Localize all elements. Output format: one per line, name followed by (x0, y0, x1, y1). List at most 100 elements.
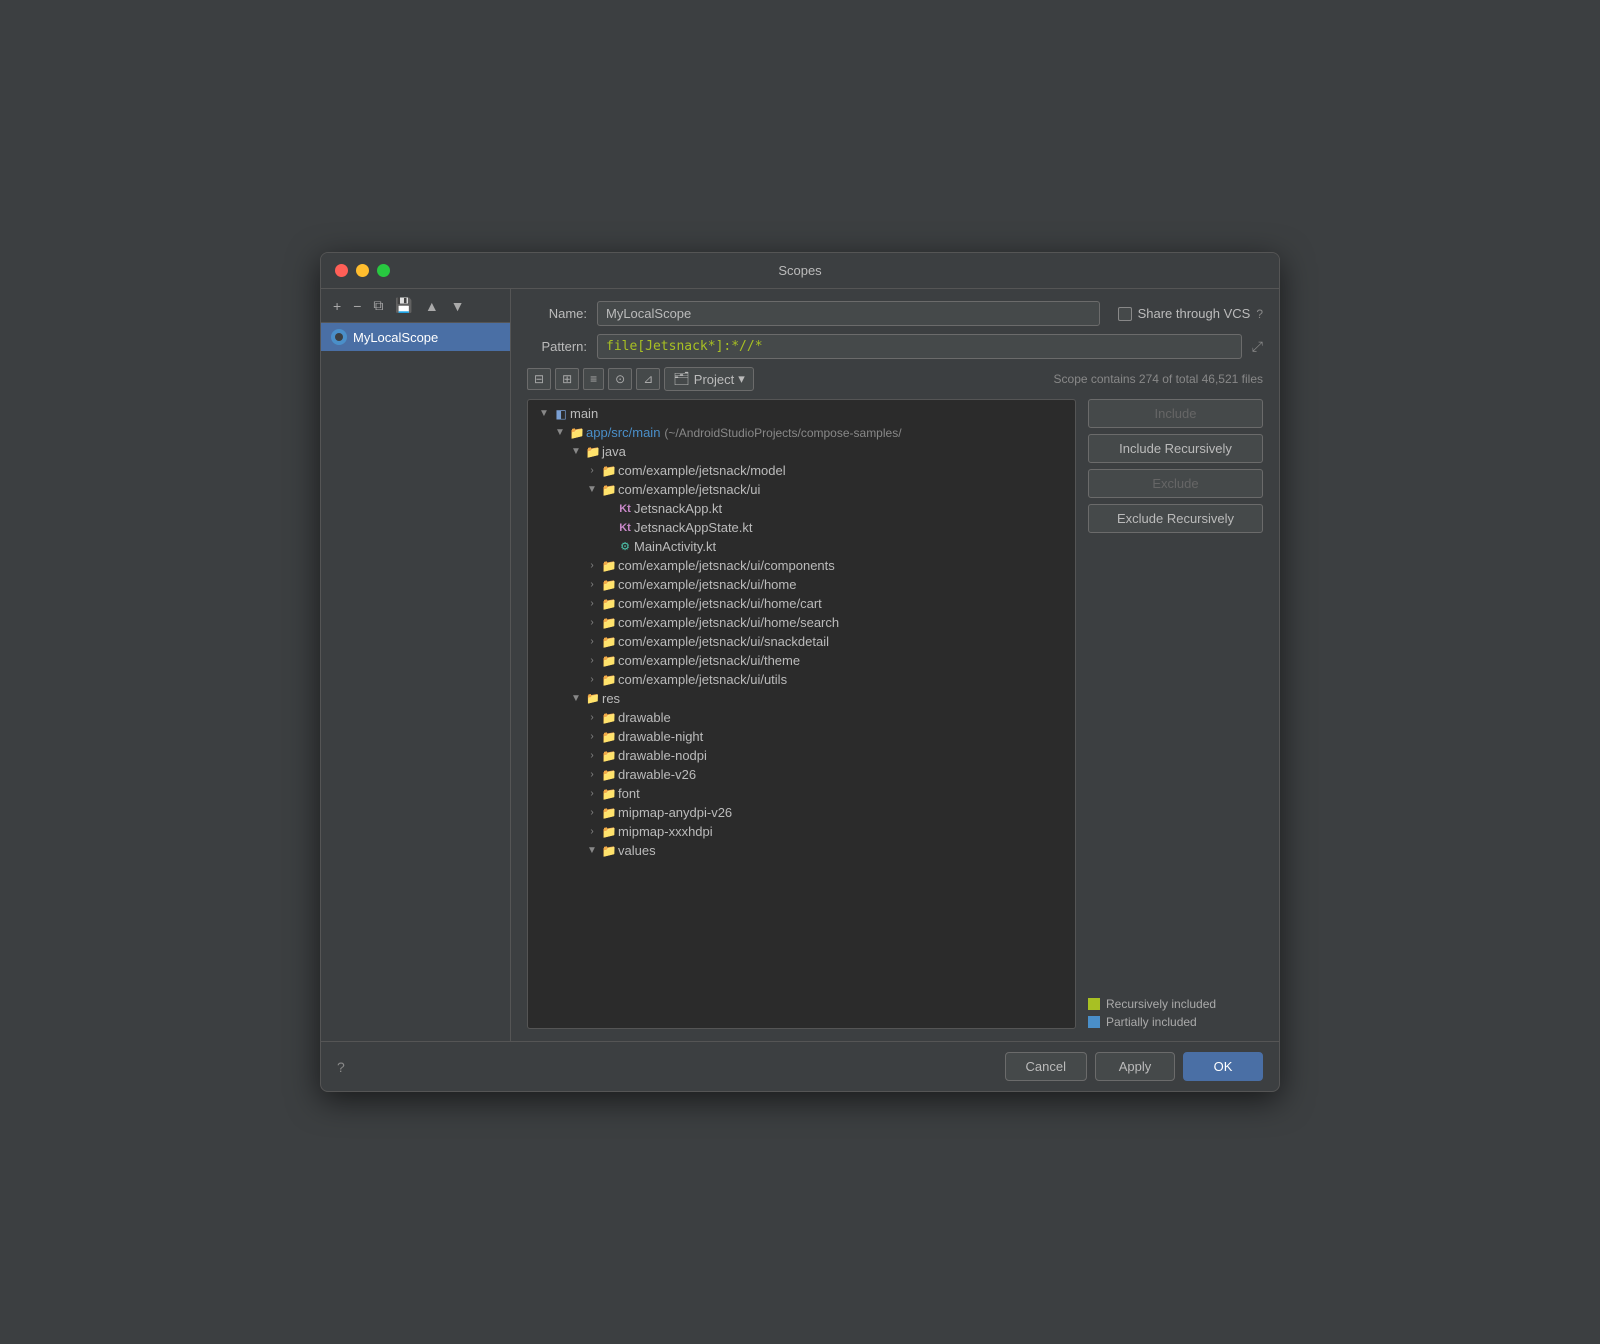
arrow-ui: ▼ (584, 484, 600, 495)
tree-item-res[interactable]: ▼ 📁 res (528, 689, 1075, 708)
show-only-included-button[interactable]: ⊙ (608, 368, 632, 390)
scope-icon (331, 329, 347, 345)
main-content: Name: Share through VCS ? Pattern: ⤢ ⊟ ⊞… (511, 289, 1279, 1041)
tree-item-search[interactable]: › 📁 com/example/jetsnack/ui/home/search (528, 613, 1075, 632)
name-label: Name: (527, 306, 587, 321)
arrow-cart: › (584, 598, 600, 609)
tree-item-components[interactable]: › 📁 com/example/jetsnack/ui/components (528, 556, 1075, 575)
sidebar-item-myscope[interactable]: MyLocalScope (321, 323, 510, 351)
folder-icon-mipmap-anydpi: 📁 (600, 806, 618, 820)
vcs-help-icon[interactable]: ? (1256, 307, 1263, 321)
tree-label-components: com/example/jetsnack/ui/components (618, 558, 835, 573)
folder-icon-snackdetail: 📁 (600, 635, 618, 649)
tree-label-main: main (570, 406, 598, 421)
vcs-row: Share through VCS ? (1118, 306, 1263, 321)
legend-color-recursive (1088, 998, 1100, 1010)
sidebar-item-label: MyLocalScope (353, 330, 438, 345)
arrow-mipmap-anydpi: › (584, 807, 600, 818)
tree-item-mipmap-xxxhdpi[interactable]: › 📁 mipmap-xxxhdpi (528, 822, 1075, 841)
folder-icon-cart: 📁 (600, 597, 618, 611)
arrow-search: › (584, 617, 600, 628)
legend-color-partial (1088, 1016, 1100, 1028)
move-down-button[interactable]: ▼ (447, 296, 469, 316)
arrow-drawable-night: › (584, 731, 600, 742)
help-button[interactable]: ? (337, 1059, 345, 1075)
tree-item-drawable-night[interactable]: › 📁 drawable-night (528, 727, 1075, 746)
filter-button[interactable]: ⊿ (636, 368, 660, 390)
expand-pattern-button[interactable]: ⤢ (1252, 338, 1263, 355)
project-icon: 🗂 (673, 371, 690, 387)
tree-item-drawable[interactable]: › 📁 drawable (528, 708, 1075, 727)
pattern-input[interactable] (597, 334, 1242, 359)
tree-item-drawable-nodpi[interactable]: › 📁 drawable-nodpi (528, 746, 1075, 765)
vcs-checkbox[interactable] (1118, 307, 1132, 321)
flatten-button[interactable]: ≡ (583, 368, 604, 390)
expand-all-button[interactable]: ⊞ (555, 368, 579, 390)
add-scope-button[interactable]: + (329, 296, 345, 316)
tree-toolbar: ⊟ ⊞ ≡ ⊙ ⊿ 🗂 Project ▾ Scope contains 274… (527, 367, 1263, 391)
tree-item-jetsnackappstate[interactable]: Kt JetsnackAppState.kt (528, 518, 1075, 537)
tree-label-search: com/example/jetsnack/ui/home/search (618, 615, 839, 630)
scopes-dialog: Scopes + − ⧉ 💾 ▲ ▼ MyLocalScope (320, 252, 1280, 1092)
actions-panel: Include Include Recursively Exclude Excl… (1088, 399, 1263, 1029)
tree-item-model[interactable]: › 📁 com/example/jetsnack/model (528, 461, 1075, 480)
tree-label-drawable-night: drawable-night (618, 729, 703, 744)
tree-label-drawable-nodpi: drawable-nodpi (618, 748, 707, 763)
exclude-recursively-button[interactable]: Exclude Recursively (1088, 504, 1263, 533)
move-up-button[interactable]: ▲ (421, 296, 443, 316)
pattern-label: Pattern: (527, 339, 587, 354)
folder-icon-model: 📁 (600, 464, 618, 478)
collapse-all-button[interactable]: ⊟ (527, 368, 551, 390)
arrow-utils: › (584, 674, 600, 685)
tree-item-utils[interactable]: › 📁 com/example/jetsnack/ui/utils (528, 670, 1075, 689)
tree-item-mipmap-anydpi[interactable]: › 📁 mipmap-anydpi-v26 (528, 803, 1075, 822)
tree-item-mainactivity[interactable]: ⚙ MainActivity.kt (528, 537, 1075, 556)
tree-item-snackdetail[interactable]: › 📁 com/example/jetsnack/ui/snackdetail (528, 632, 1075, 651)
exclude-button[interactable]: Exclude (1088, 469, 1263, 498)
folder-icon-theme: 📁 (600, 654, 618, 668)
minimize-button[interactable] (356, 264, 369, 277)
folder-icon-utils: 📁 (600, 673, 618, 687)
arrow-font: › (584, 788, 600, 799)
tree-item-ui[interactable]: ▼ 📁 com/example/jetsnack/ui (528, 480, 1075, 499)
apply-button[interactable]: Apply (1095, 1052, 1175, 1081)
tree-comment-app-src: (~/AndroidStudioProjects/compose-samples… (664, 426, 901, 440)
file-icon-jetsnackapp: Kt (616, 502, 634, 516)
tree-label-font: font (618, 786, 640, 801)
arrow-theme: › (584, 655, 600, 666)
tree-item-font[interactable]: › 📁 font (528, 784, 1075, 803)
arrow-res: ▼ (568, 693, 584, 704)
maximize-button[interactable] (377, 264, 390, 277)
copy-scope-button[interactable]: ⧉ (369, 295, 387, 316)
tree-item-app-src-main[interactable]: ▼ 📁 app/src/main (~/AndroidStudioProject… (528, 423, 1075, 442)
tree-item-values[interactable]: ▼ 📁 values (528, 841, 1075, 860)
name-row: Name: Share through VCS ? (527, 301, 1263, 326)
project-selector[interactable]: 🗂 Project ▾ (664, 367, 754, 391)
include-button[interactable]: Include (1088, 399, 1263, 428)
tree-label-app-src: app/src/main (586, 425, 660, 440)
folder-icon-drawable: 📁 (600, 711, 618, 725)
save-scope-button[interactable]: 💾 (391, 295, 416, 316)
name-input[interactable] (597, 301, 1100, 326)
tree-item-theme[interactable]: › 📁 com/example/jetsnack/ui/theme (528, 651, 1075, 670)
include-recursively-button[interactable]: Include Recursively (1088, 434, 1263, 463)
tree-label-utils: com/example/jetsnack/ui/utils (618, 672, 787, 687)
legend-label-recursive: Recursively included (1106, 997, 1216, 1011)
close-button[interactable] (335, 264, 348, 277)
dialog-body: + − ⧉ 💾 ▲ ▼ MyLocalScope Name: (321, 289, 1279, 1041)
tree-item-drawable-v26[interactable]: › 📁 drawable-v26 (528, 765, 1075, 784)
res-icon: 📁 (584, 692, 602, 706)
ok-button[interactable]: OK (1183, 1052, 1263, 1081)
file-tree[interactable]: ▼ ◧ main ▼ 📁 app/src/main (~/AndroidStud… (527, 399, 1076, 1029)
tree-item-java[interactable]: ▼ 📁 java (528, 442, 1075, 461)
arrow-model: › (584, 465, 600, 476)
cancel-button[interactable]: Cancel (1005, 1052, 1087, 1081)
tree-item-main[interactable]: ▼ ◧ main (528, 404, 1075, 423)
tree-item-cart[interactable]: › 📁 com/example/jetsnack/ui/home/cart (528, 594, 1075, 613)
legend-label-partial: Partially included (1106, 1015, 1197, 1029)
tree-item-home[interactable]: › 📁 com/example/jetsnack/ui/home (528, 575, 1075, 594)
arrow-home: › (584, 579, 600, 590)
vcs-label: Share through VCS (1138, 306, 1251, 321)
remove-scope-button[interactable]: − (349, 296, 365, 316)
tree-item-jetsnackapp[interactable]: Kt JetsnackApp.kt (528, 499, 1075, 518)
